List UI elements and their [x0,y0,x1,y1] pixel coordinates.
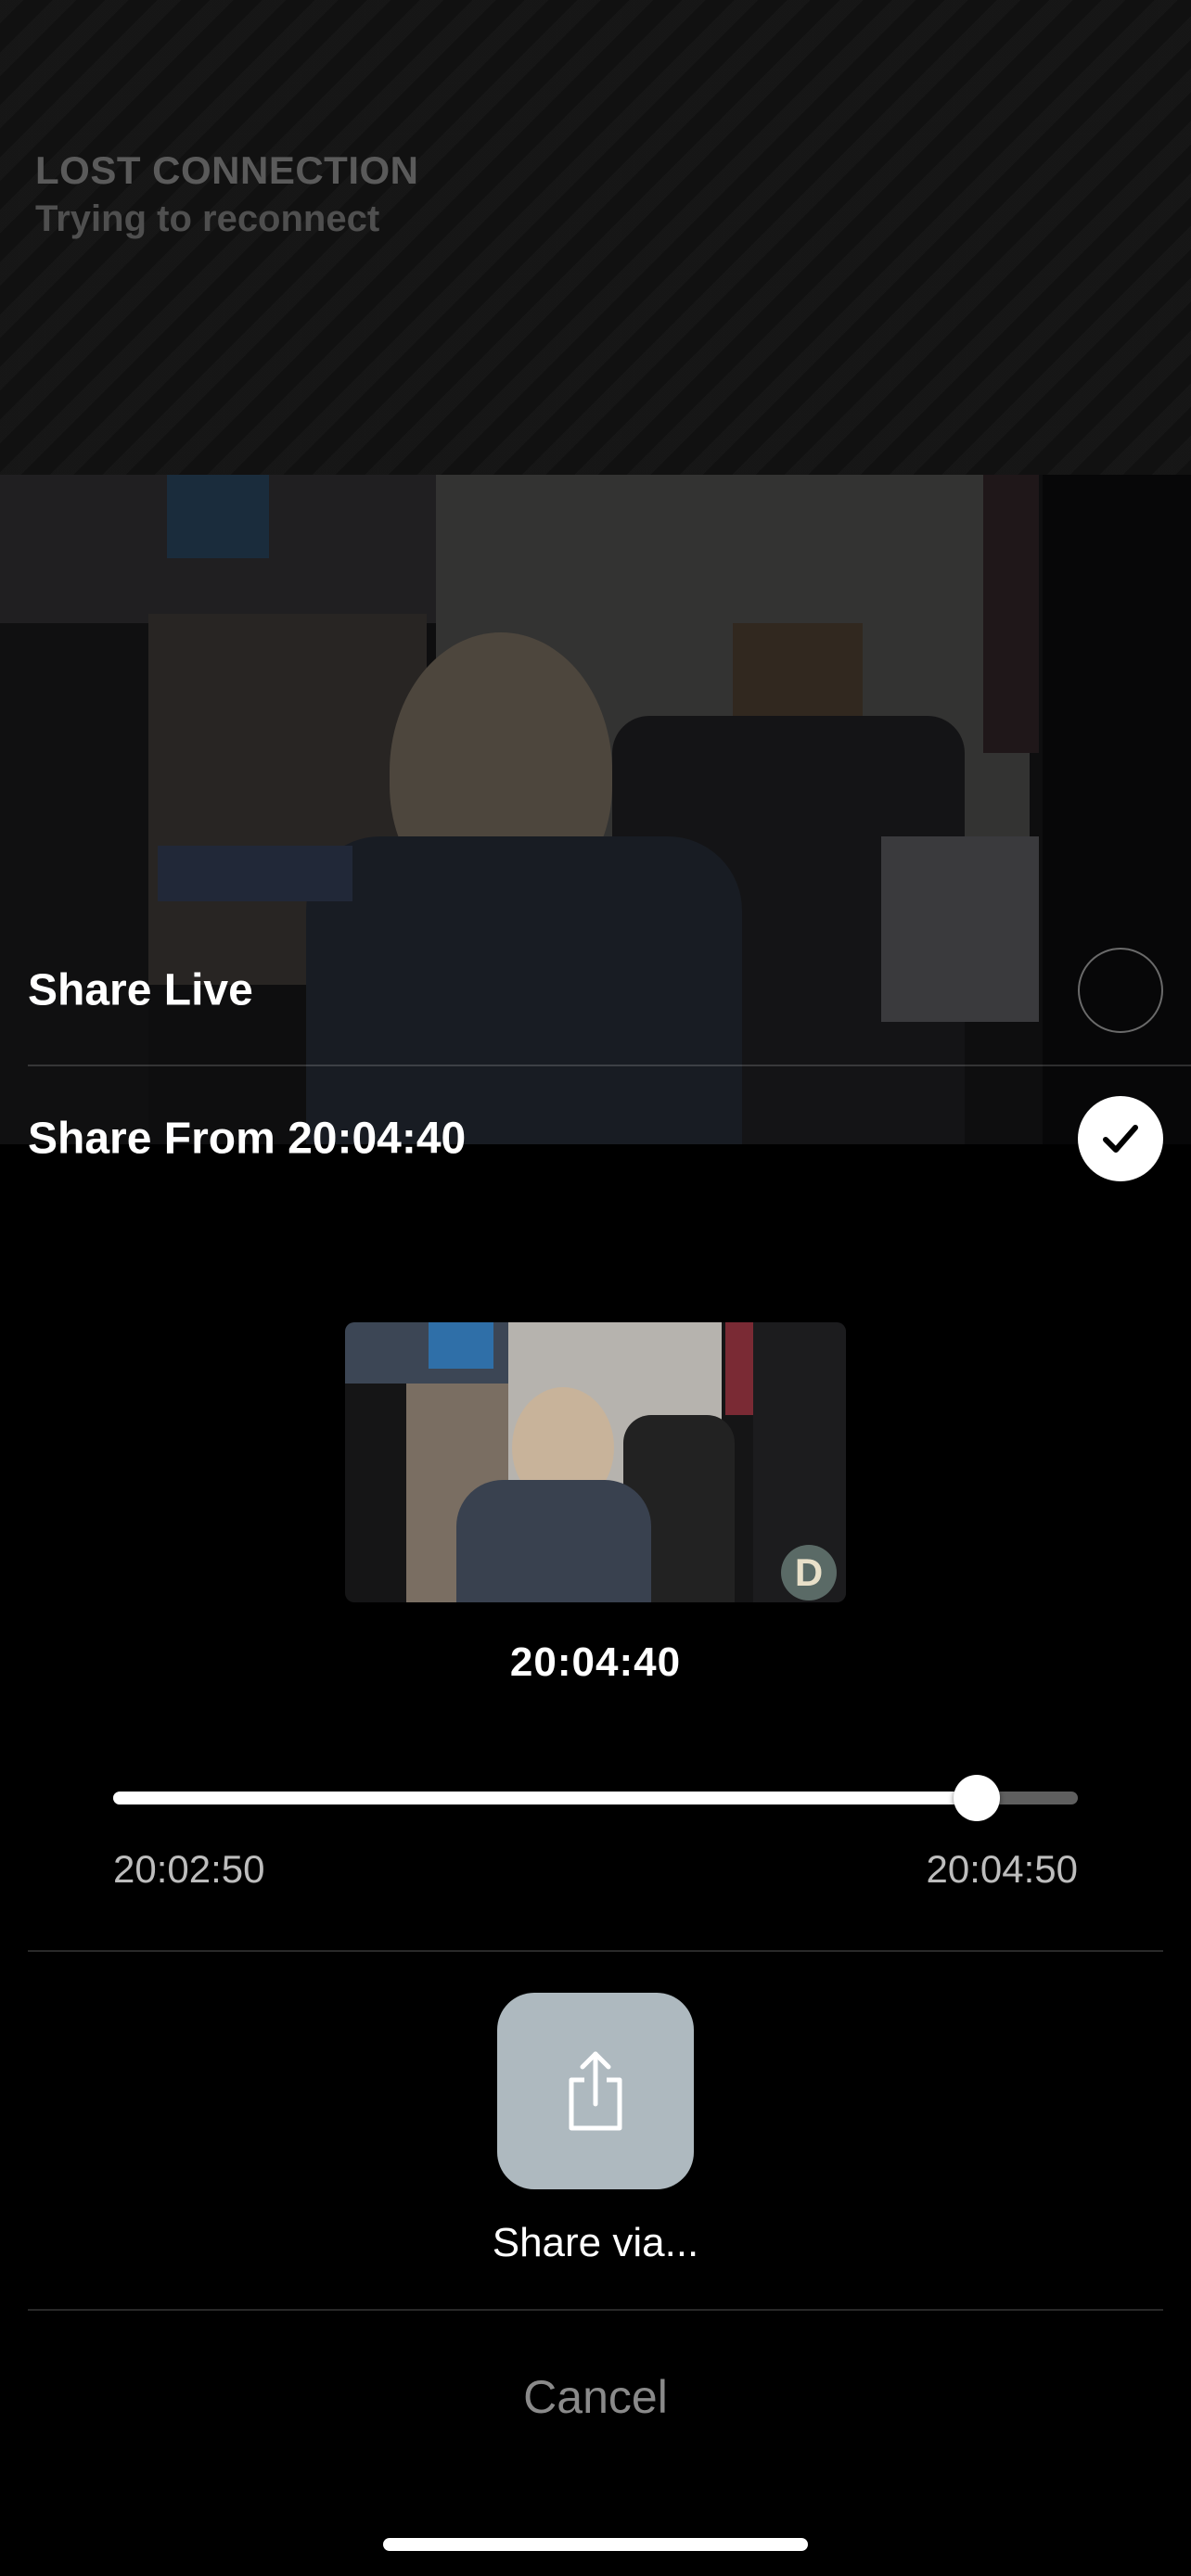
scrubber-start-time: 20:02:50 [113,1847,265,1891]
share-live-label: Share Live [28,965,253,1015]
share-from-option[interactable]: Share From 20:04:40 [0,1071,1191,1206]
share-via-button[interactable] [497,1993,694,2189]
option-divider [28,1065,1191,1066]
share-live-radio[interactable] [1078,948,1163,1033]
cancel-button[interactable]: Cancel [0,2370,1191,2424]
connection-banner: LOST CONNECTION Trying to reconnect [0,0,1191,475]
home-indicator[interactable] [383,2538,808,2551]
connection-status-title: LOST CONNECTION [35,148,419,192]
time-scrubber-fill [113,1792,977,1804]
share-live-option[interactable]: Share Live [0,923,1191,1058]
share-from-radio-checked[interactable] [1078,1096,1163,1181]
time-scrubber-handle[interactable] [953,1775,1000,1821]
time-scrubber-track[interactable] [113,1775,1078,1821]
share-sheet-screen: LOST CONNECTION Trying to reconnect Shar… [0,0,1191,2576]
preview-timestamp: 20:04:40 [509,1639,682,1685]
share-via-label: Share via... [492,2220,699,2265]
share-from-label: Share From 20:04:40 [28,1114,467,1164]
share-icon [569,2051,622,2131]
preview-thumbnail: D [345,1322,846,1602]
channel-logo-badge: D [781,1545,837,1600]
section-divider [28,2309,1163,2311]
section-divider [28,1950,1163,1952]
scrubber-end-time: 20:04:50 [926,1847,1079,1891]
connection-status-subtitle: Trying to reconnect [35,198,380,239]
checkmark-icon [1103,1125,1138,1153]
